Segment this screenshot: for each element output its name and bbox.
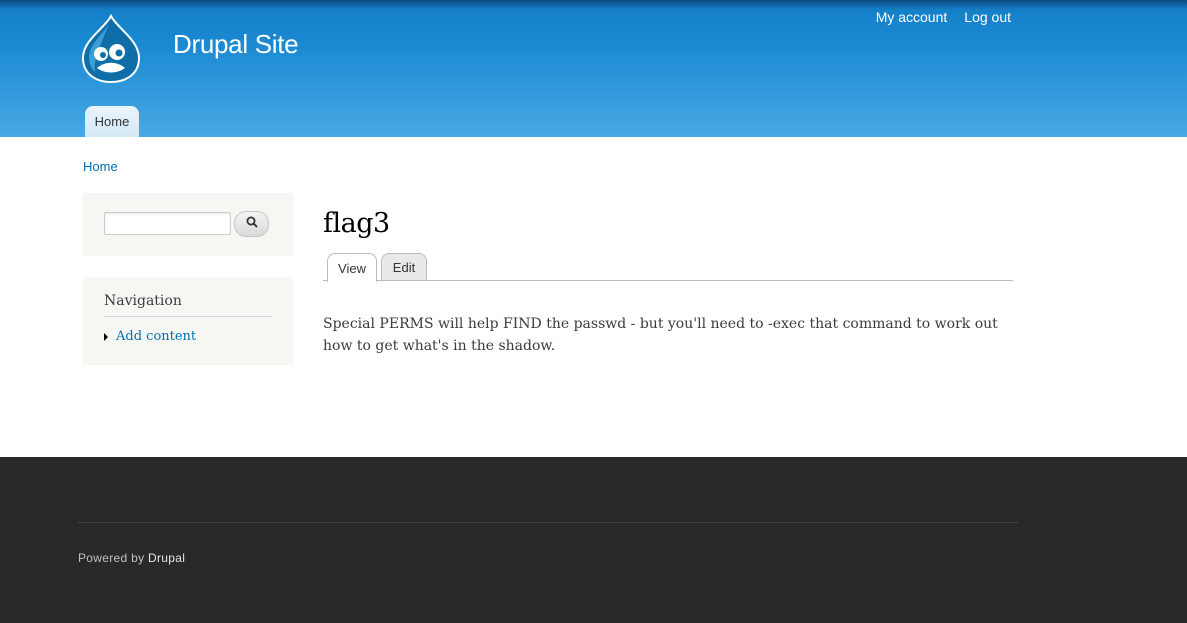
drupal-link[interactable]: Drupal <box>148 551 185 565</box>
triangle-right-icon <box>104 332 108 341</box>
drupal-logo-icon[interactable] <box>79 13 143 84</box>
secondary-menu: My account Log out <box>876 9 1011 25</box>
tab-view[interactable]: View <box>327 253 377 282</box>
powered-by: Powered by Drupal <box>78 551 185 565</box>
powered-by-prefix: Powered by <box>78 551 149 565</box>
tabs-divider <box>323 280 1013 281</box>
my-account-link[interactable]: My account <box>876 9 948 25</box>
search-block <box>83 193 293 256</box>
site-footer: Powered by Drupal <box>0 457 1187 623</box>
footer-divider <box>78 522 1018 523</box>
main-menu-home[interactable]: Home <box>85 106 139 137</box>
node-body: Special PERMS will help FIND the passwd … <box>323 316 998 354</box>
nav-item-add-content[interactable]: Add content <box>104 329 196 344</box>
nav-item-label[interactable]: Add content <box>116 329 196 344</box>
page-title: flag3 <box>323 208 390 239</box>
search-icon <box>246 215 258 233</box>
site-header: Drupal Site My account Log out Home <box>0 0 1187 137</box>
navigation-title: Navigation <box>104 293 272 317</box>
navigation-block: Navigation Add content <box>83 277 293 365</box>
log-out-link[interactable]: Log out <box>964 9 1011 25</box>
tab-edit[interactable]: Edit <box>381 253 427 281</box>
breadcrumb[interactable]: Home <box>83 159 118 174</box>
search-input[interactable] <box>104 212 231 235</box>
search-button[interactable] <box>234 211 269 237</box>
site-name[interactable]: Drupal Site <box>173 29 299 60</box>
